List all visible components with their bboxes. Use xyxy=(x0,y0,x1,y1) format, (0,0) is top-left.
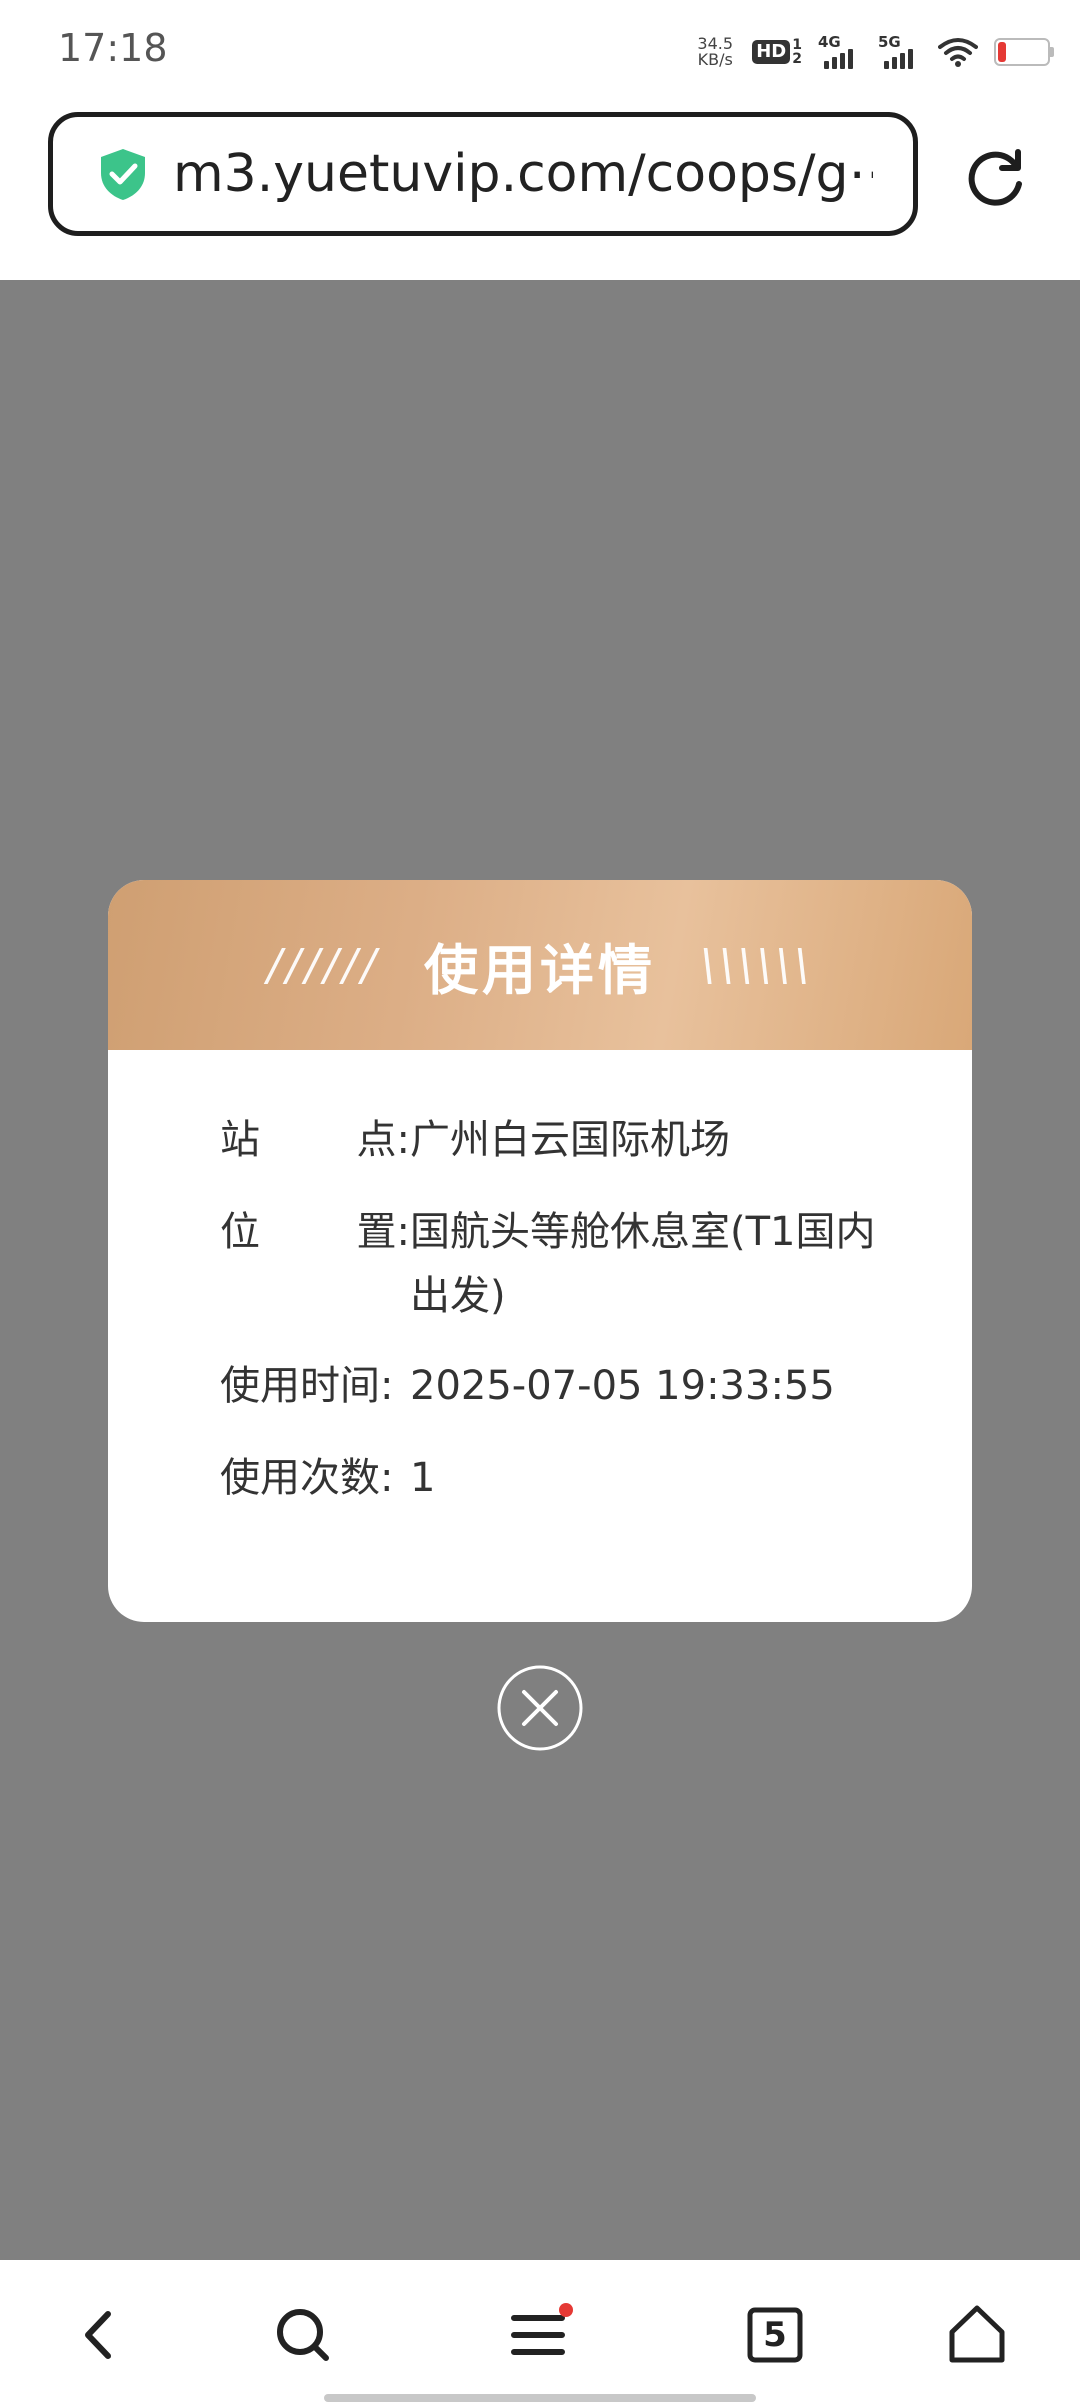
detail-value-usage-time: 2025-07-05 19:33:55 xyxy=(410,1363,835,1409)
detail-label: 站 点: xyxy=(220,1108,410,1172)
refresh-icon[interactable] xyxy=(960,144,1030,214)
home-indicator[interactable] xyxy=(324,2394,756,2402)
usage-details-modal: ////// 使用详情 \\\\\\ 站 点: 广州白云国际机场 位 置: 国航… xyxy=(108,880,972,1622)
home-icon[interactable] xyxy=(942,2300,1012,2370)
detail-row-location: 位 置: 国航头等舱休息室(T1国内出发) xyxy=(220,1200,880,1328)
secure-shield-icon xyxy=(101,149,145,200)
signal-bar xyxy=(840,53,845,69)
url-text[interactable]: m3.yuetuvip.com/coops/g⋯ xyxy=(173,144,873,204)
bottom-navigation: 5 xyxy=(0,2260,1080,2408)
signal-bar xyxy=(900,53,905,69)
hd-label: HD xyxy=(752,40,791,64)
network-speed-unit: KB/s xyxy=(697,50,733,69)
battery-level xyxy=(998,42,1006,62)
status-bar: 17:18 34.5 KB/s HD 1 2 4G 5G xyxy=(0,0,1080,100)
label-part: 站 xyxy=(220,1117,260,1163)
signal-5g-icon: 5G xyxy=(878,33,922,69)
detail-label: 使用时间: xyxy=(220,1354,410,1418)
notification-dot xyxy=(559,2303,573,2317)
search-icon[interactable] xyxy=(268,2300,338,2370)
modal-title: 使用详情 xyxy=(424,938,656,1002)
battery-icon xyxy=(994,38,1054,66)
menu-icon[interactable] xyxy=(504,2300,574,2370)
tabs-button[interactable]: 5 xyxy=(740,2300,810,2370)
signal-bar xyxy=(884,61,889,69)
status-icons: 34.5 KB/s HD 1 2 4G 5G xyxy=(694,30,1054,74)
back-icon[interactable] xyxy=(64,2300,134,2370)
address-bar[interactable]: m3.yuetuvip.com/coops/g⋯ xyxy=(48,112,918,236)
signal-5g-label: 5G xyxy=(878,33,901,51)
hd-voice-icon: HD 1 2 xyxy=(752,38,802,66)
hd-sub-bottom: 2 xyxy=(792,51,802,67)
close-icon[interactable] xyxy=(496,1664,584,1752)
label-part: 点: xyxy=(356,1117,410,1163)
signal-bar xyxy=(892,57,897,69)
wifi-icon xyxy=(938,37,978,67)
header-decoration-right: \\\\\\ xyxy=(700,939,813,991)
modal-header: ////// 使用详情 \\\\\\ xyxy=(108,880,972,1050)
label-part: 位 xyxy=(220,1209,260,1255)
detail-label: 位 置: xyxy=(220,1200,410,1328)
label-part: 置: xyxy=(356,1209,410,1255)
signal-bar xyxy=(908,49,913,69)
signal-bar xyxy=(832,57,837,69)
signal-4g-icon: 4G xyxy=(818,33,862,69)
detail-label: 使用次数: xyxy=(220,1446,410,1510)
label-part: 使用次数: xyxy=(220,1455,394,1501)
detail-row-usage-count: 使用次数: 1 xyxy=(220,1446,880,1510)
detail-value-usage-count: 1 xyxy=(410,1455,436,1501)
label-part: 使用时间: xyxy=(220,1363,394,1409)
hd-sim-numbers: 1 2 xyxy=(792,38,802,66)
signal-bar xyxy=(848,49,853,69)
status-time: 17:18 xyxy=(58,26,168,70)
detail-row-usage-time: 使用时间: 2025-07-05 19:33:55 xyxy=(220,1354,880,1418)
detail-row-site: 站 点: 广州白云国际机场 xyxy=(220,1108,880,1172)
header-decoration-left: ////// xyxy=(267,939,380,991)
signal-bar xyxy=(824,61,829,69)
detail-value-site: 广州白云国际机场 xyxy=(410,1117,730,1163)
browser-toolbar: m3.yuetuvip.com/coops/g⋯ xyxy=(0,100,1080,280)
network-speed: 34.5 KB/s xyxy=(694,36,736,68)
detail-value-location: 国航头等舱休息室(T1国内出发) xyxy=(410,1209,876,1319)
tab-count: 5 xyxy=(763,2315,787,2355)
signal-4g-label: 4G xyxy=(818,33,841,51)
hd-sub-top: 1 xyxy=(792,37,802,53)
